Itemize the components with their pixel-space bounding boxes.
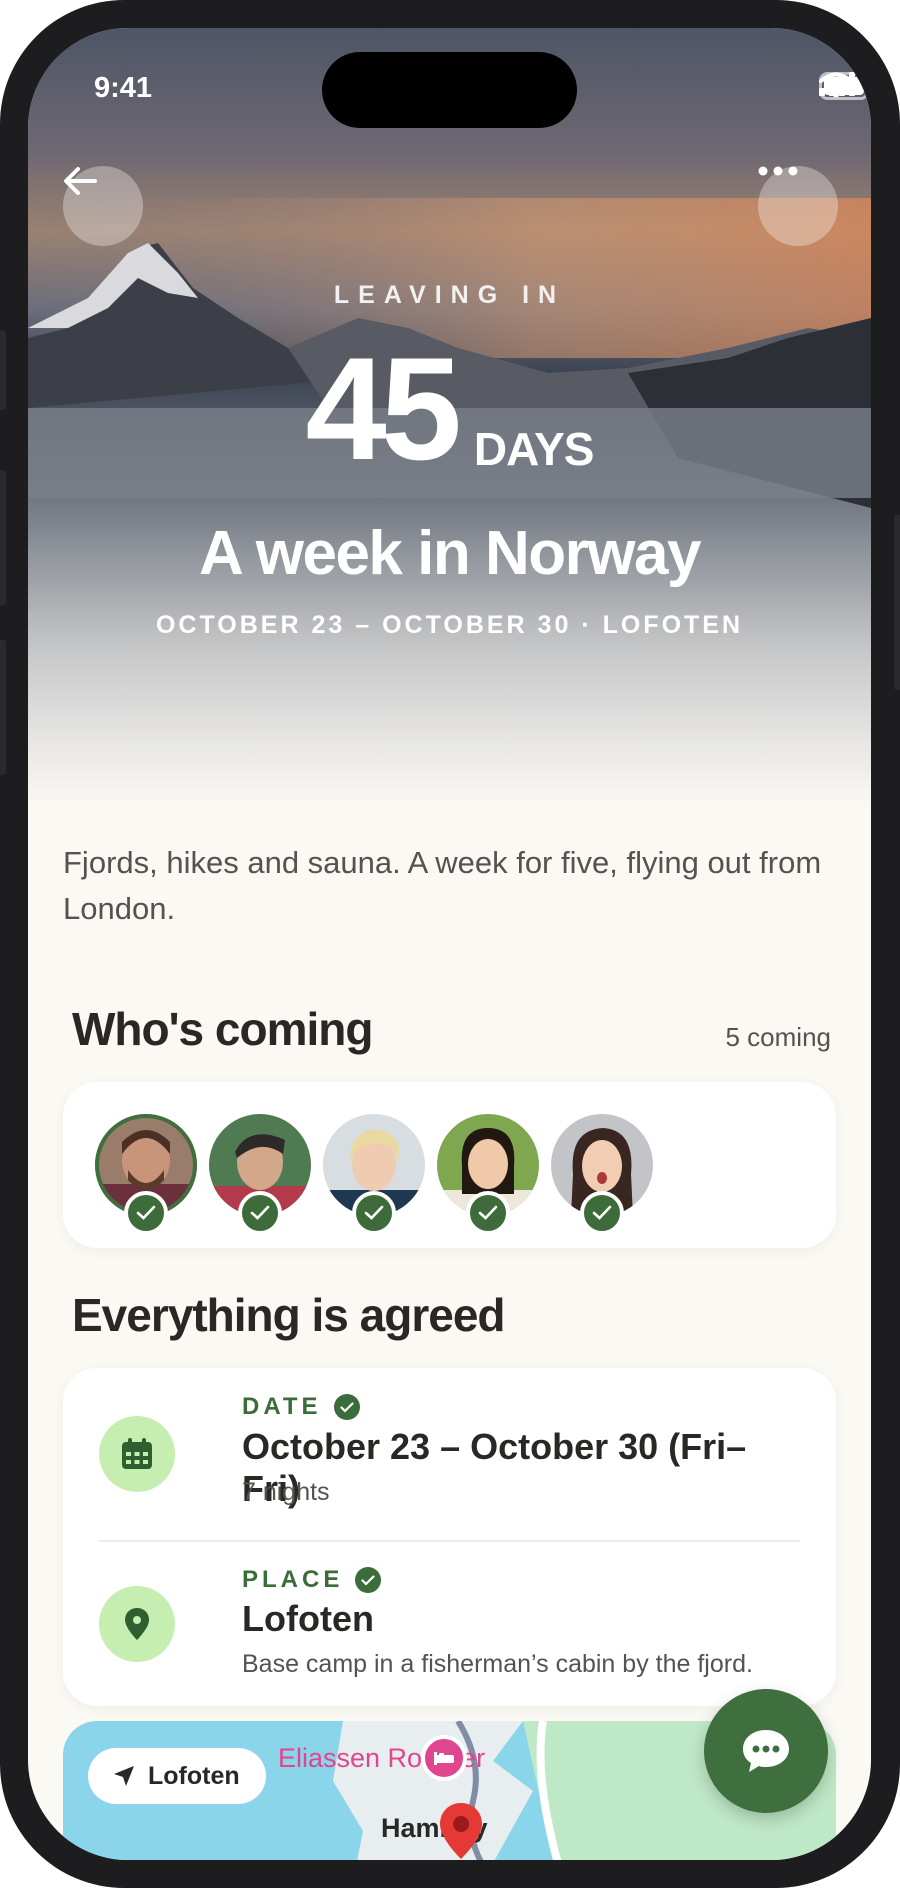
location-chip-label: Lofoten <box>148 1761 240 1790</box>
whos-coming-heading: Who's coming <box>72 1003 373 1055</box>
calendar-icon <box>99 1416 175 1492</box>
place-row[interactable]: PLACE Lofoten Base camp in a fisherman’s… <box>99 1542 800 1706</box>
app-screen: 9:41 LEAVING IN 45 DAYS A week in Norway… <box>28 28 871 1860</box>
participant-3[interactable] <box>323 1114 425 1235</box>
status-time: 9:41 <box>94 72 153 104</box>
leaving-in-label: LEAVING IN <box>333 281 566 309</box>
phone-frame: 9:41 LEAVING IN 45 DAYS A week in Norway… <box>0 0 900 1888</box>
navigation-arrow-icon <box>114 1766 134 1786</box>
action-button <box>0 330 6 410</box>
participant-2[interactable] <box>209 1114 311 1235</box>
trip-dates-location: OCTOBER 23 – OCTOBER 30 · LOFOTEN <box>155 611 744 639</box>
chat-button[interactable] <box>704 1689 828 1813</box>
more-dots-icon <box>758 166 798 176</box>
countdown: 45 DAYS <box>28 336 871 482</box>
power-button <box>894 515 900 690</box>
trip-description: Fjords, hikes and sauna. A week for five… <box>63 845 822 926</box>
map-pin-icon[interactable] <box>437 1801 485 1860</box>
participant-1[interactable] <box>95 1114 197 1235</box>
hotel-icon[interactable] <box>421 1735 467 1781</box>
countdown-number: 45 <box>305 327 462 490</box>
volume-down-button <box>0 640 6 775</box>
confirmed-check-icon <box>580 1191 624 1235</box>
trip-title: A week in Norway <box>199 519 701 588</box>
back-button[interactable] <box>63 166 143 246</box>
confirmed-check-icon <box>352 1191 396 1235</box>
avatar-list <box>63 1082 836 1235</box>
volume-up-button <box>0 470 6 605</box>
location-chip[interactable]: Lofoten <box>88 1748 266 1804</box>
location-pin-icon <box>99 1586 175 1662</box>
agreed-heading: Everything is agreed <box>72 1289 505 1341</box>
coming-count: 5 coming <box>725 1022 832 1052</box>
confirmed-check-icon <box>238 1191 282 1235</box>
place-label: PLACE <box>242 1566 382 1594</box>
agreed-check-icon <box>355 1567 382 1593</box>
confirmed-check-icon <box>466 1191 510 1235</box>
battery-icon <box>819 72 871 100</box>
agreed-check-icon <box>333 1394 360 1420</box>
place-value: Lofoten <box>242 1598 374 1639</box>
date-note: 7 nights <box>242 1478 330 1506</box>
confirmed-check-icon <box>124 1191 168 1235</box>
hero-banner: 9:41 LEAVING IN 45 DAYS A week in Norway… <box>28 28 871 808</box>
date-label: DATE <box>242 1393 360 1421</box>
more-options-button[interactable] <box>758 166 838 246</box>
chat-bubble-icon <box>743 1730 789 1772</box>
participant-4[interactable] <box>437 1114 539 1235</box>
participant-5[interactable] <box>551 1114 653 1235</box>
arrow-left-icon <box>64 167 97 195</box>
date-label-text: DATE <box>242 1393 322 1420</box>
participants-card <box>63 1082 836 1248</box>
place-label-text: PLACE <box>242 1566 344 1593</box>
date-row[interactable]: DATE October 23 – October 30 (Fri–Fri) 7… <box>99 1368 800 1540</box>
place-note: Base camp in a fisherman’s cabin by the … <box>242 1650 753 1678</box>
agreement-card: DATE October 23 – October 30 (Fri–Fri) 7… <box>63 1368 836 1706</box>
countdown-unit: DAYS <box>473 423 595 475</box>
dynamic-island <box>322 52 577 128</box>
